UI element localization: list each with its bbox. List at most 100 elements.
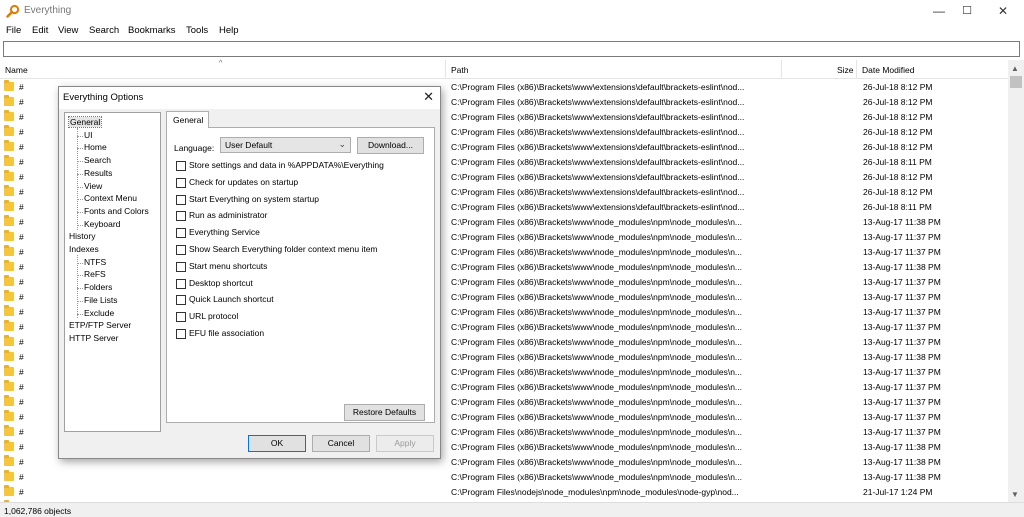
tree-item-fonts-and-colors[interactable]: Fonts and Colors — [84, 206, 149, 216]
language-select[interactable]: User Default ⌄ — [220, 137, 351, 153]
checkbox[interactable] — [176, 329, 186, 339]
tree-item-search[interactable]: Search — [84, 155, 111, 165]
row-date: 13-Aug-17 11:37 PM — [863, 337, 941, 347]
folder-icon — [4, 485, 14, 496]
checkbox[interactable] — [176, 161, 186, 171]
apply-button[interactable]: Apply — [376, 435, 434, 452]
table-row[interactable]: # C:\Program Files (x86)\Brackets\www\nod… — [0, 470, 1008, 485]
row-name: # — [19, 82, 24, 92]
row-path: C:\Program Files (x86)\Brackets\www\exte… — [451, 127, 745, 137]
checkbox[interactable] — [176, 312, 186, 323]
dialog-close-icon[interactable]: ✕ — [423, 89, 434, 105]
row-path: C:\Program Files (x86)\Brackets\www\node… — [451, 322, 743, 332]
tree-item-view[interactable]: View — [84, 181, 102, 191]
row-path: C:\Program Files (x86)\Brackets\www\node… — [451, 472, 743, 482]
checkbox[interactable] — [176, 261, 186, 272]
tree-item-ntfs[interactable]: NTFS — [84, 257, 106, 267]
close-button[interactable]: ✕ — [986, 0, 1020, 22]
column-separator[interactable] — [856, 60, 857, 79]
vertical-scrollbar[interactable]: ▲ ▼ — [1008, 60, 1024, 502]
tree-item-etp-ftp-server[interactable]: ETP/FTP Server — [69, 320, 131, 330]
tree-connector — [77, 128, 78, 230]
tab-general[interactable]: General — [166, 111, 209, 128]
row-path: C:\Program Files (x86)\Brackets\www\node… — [451, 412, 743, 422]
option-label: Start Everything on system startup — [189, 193, 319, 204]
row-name: # — [19, 112, 24, 122]
column-path[interactable]: Path — [451, 65, 469, 75]
option-label: Run as administrator — [189, 210, 268, 221]
row-path: C:\Program Files (x86)\Brackets\www\exte… — [451, 82, 745, 92]
tree-connector — [77, 224, 83, 226]
checkbox[interactable] — [176, 177, 186, 188]
tree-item-results[interactable]: Results — [84, 168, 112, 178]
row-name: # — [19, 292, 24, 302]
row-path: C:\Program Files (x86)\Brackets\www\exte… — [451, 172, 745, 182]
cancel-button[interactable]: Cancel — [312, 435, 370, 452]
tree-connector — [77, 135, 83, 137]
folder-icon — [4, 155, 14, 166]
column-date-modified[interactable]: Date Modified — [862, 65, 914, 75]
download-button[interactable]: Download... — [357, 137, 424, 154]
menu-file[interactable]: File — [6, 25, 21, 36]
tree-item-context-menu[interactable]: Context Menu — [84, 193, 137, 203]
checkbox[interactable] — [176, 211, 186, 222]
menu-bookmarks[interactable]: Bookmarks — [128, 25, 176, 36]
menu-help[interactable]: Help — [219, 25, 239, 36]
tree-item-home[interactable]: Home — [84, 142, 107, 152]
tree-item-exclude[interactable]: Exclude — [84, 308, 114, 318]
maximize-button[interactable]: ☐ — [950, 0, 984, 22]
folder-icon — [4, 305, 14, 316]
column-name[interactable]: Name — [5, 65, 28, 75]
row-name: # — [19, 262, 24, 272]
checkbox[interactable] — [176, 245, 186, 255]
option-label: Store settings and data in %APPDATA%\Eve… — [189, 160, 384, 170]
option-label: EFU file association — [189, 328, 265, 338]
dialog-title: Everything Options — [63, 92, 144, 103]
checkbox[interactable] — [176, 194, 186, 205]
folder-icon — [4, 335, 14, 346]
tree-item-indexes[interactable]: Indexes — [69, 244, 99, 254]
tree-item-history[interactable]: History — [69, 231, 95, 241]
folder-icon — [4, 410, 14, 421]
tree-item-general[interactable]: General — [67, 116, 103, 128]
table-row[interactable]: # C:\Program Files\nodejs\node_modules\np… — [0, 485, 1008, 500]
column-separator[interactable] — [445, 60, 446, 79]
menu-search[interactable]: Search — [89, 25, 119, 36]
menu-tools[interactable]: Tools — [186, 25, 208, 36]
folder-icon — [4, 230, 14, 241]
tree-connector — [77, 186, 83, 188]
column-size[interactable]: Size — [837, 65, 854, 75]
scroll-up-icon[interactable]: ▲ — [1011, 64, 1019, 73]
row-date: 13-Aug-17 11:38 PM — [863, 217, 941, 227]
dialog-title-bar: Everything Options ✕ — [59, 87, 440, 109]
ok-button[interactable]: OK — [248, 435, 306, 452]
tree-connector — [77, 148, 83, 150]
tree-item-http-server[interactable]: HTTP Server — [69, 333, 118, 343]
row-path: C:\Program Files\nodejs\node_modules\npm… — [451, 487, 739, 497]
checkbox[interactable] — [176, 295, 186, 306]
search-input[interactable] — [3, 41, 1020, 57]
row-path: C:\Program Files (x86)\Brackets\www\exte… — [451, 157, 745, 167]
option-label: Check for updates on startup — [189, 176, 299, 187]
scroll-thumb[interactable] — [1010, 76, 1022, 88]
row-date: 13-Aug-17 11:37 PM — [863, 412, 941, 422]
scroll-down-icon[interactable]: ▼ — [1011, 490, 1019, 499]
row-name: # — [19, 427, 24, 437]
row-date: 26-Jul-18 8:11 PM — [863, 202, 932, 212]
checkbox[interactable] — [176, 228, 186, 239]
row-name: # — [19, 127, 24, 137]
row-path: C:\Program Files (x86)\Brackets\www\node… — [451, 397, 743, 407]
menu-view[interactable]: View — [58, 25, 78, 36]
column-separator[interactable] — [781, 60, 782, 79]
tree-item-folders[interactable]: Folders — [84, 282, 112, 292]
checkbox[interactable] — [176, 278, 186, 289]
tree-item-file-lists[interactable]: File Lists — [84, 295, 118, 305]
tree-item-keyboard[interactable]: Keyboard — [84, 219, 120, 229]
tree-item-refs[interactable]: ReFS — [84, 269, 106, 279]
menu-edit[interactable]: Edit — [32, 25, 48, 36]
folder-icon — [4, 395, 14, 406]
tree-item-ui[interactable]: UI — [84, 130, 93, 140]
folder-icon — [4, 275, 14, 286]
row-path: C:\Program Files (x86)\Brackets\www\node… — [451, 352, 743, 362]
restore-defaults-button[interactable]: Restore Defaults — [344, 404, 425, 421]
